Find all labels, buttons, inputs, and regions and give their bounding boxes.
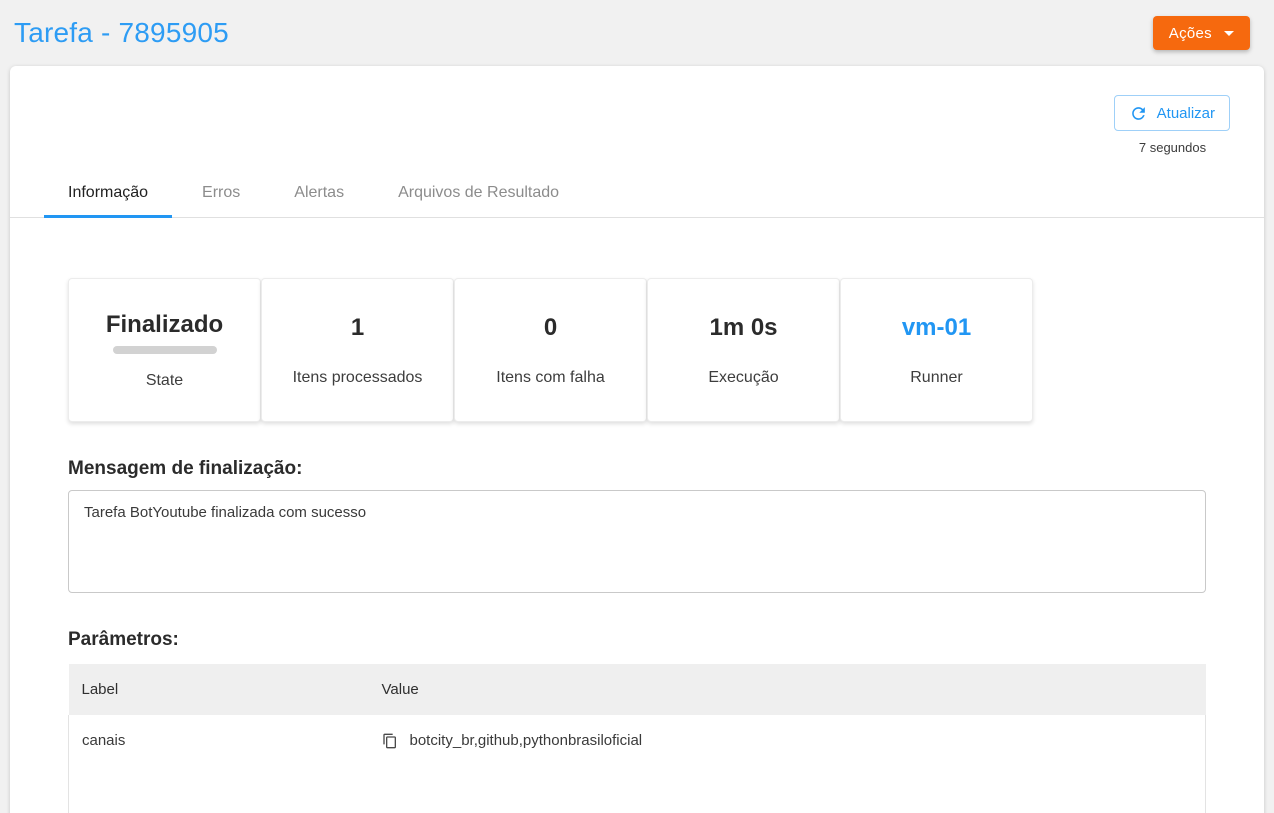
finish-message-textarea[interactable]: Tarefa BotYoutube finalizada com sucesso: [68, 490, 1206, 593]
tab-bar: Informação Erros Alertas Arquivos de Res…: [10, 167, 1264, 218]
items-processed-label: Itens processados: [293, 369, 423, 387]
parameters-header-row: Label Value: [69, 664, 1206, 715]
stats-row: Finalizado State 1 Itens processados 0 I…: [68, 278, 1206, 422]
actions-button[interactable]: Ações: [1153, 16, 1250, 50]
items-failed-label: Itens com falha: [496, 369, 605, 387]
tab-arquivos-de-resultado[interactable]: Arquivos de Resultado: [374, 167, 583, 217]
runner-label: Runner: [910, 369, 962, 387]
stat-card-state: Finalizado State: [68, 278, 261, 422]
stat-card-execution-time: 1m 0s Execução: [647, 278, 840, 422]
stat-card-runner: vm-01 Runner: [840, 278, 1033, 422]
stat-card-items-failed: 0 Itens com falha: [454, 278, 647, 422]
parameter-value-cell: botcity_br,github,pythonbrasiloficial: [369, 715, 1206, 813]
items-processed-value: 1: [351, 314, 364, 342]
parameter-label-cell: canais: [69, 715, 369, 813]
chevron-down-icon: [1224, 31, 1234, 36]
refresh-button[interactable]: Atualizar: [1114, 95, 1230, 131]
parameters-table: Label Value canais botcity_: [68, 664, 1206, 813]
parameter-value-text: botcity_br,github,pythonbrasiloficial: [410, 732, 643, 749]
tab-informacao[interactable]: Informação: [44, 167, 172, 217]
state-progress-bar: [113, 346, 217, 354]
stat-card-items-processed: 1 Itens processados: [261, 278, 454, 422]
tab-content: Finalizado State 1 Itens processados 0 I…: [10, 278, 1264, 813]
refresh-interval-text: 7 segundos: [1115, 140, 1230, 155]
copy-icon[interactable]: [382, 733, 398, 749]
table-row: canais botcity_br,github,pythonbrasilofi…: [69, 715, 1206, 813]
refresh-area: Atualizar 7 segundos: [10, 66, 1264, 155]
task-detail-card: Atualizar 7 segundos Informação Erros Al…: [10, 66, 1264, 813]
execution-time-label: Execução: [708, 369, 778, 387]
items-failed-value: 0: [544, 314, 557, 342]
execution-time-value: 1m 0s: [709, 314, 777, 342]
column-header-label: Label: [69, 664, 369, 715]
refresh-button-label: Atualizar: [1157, 105, 1215, 122]
refresh-icon: [1129, 104, 1148, 123]
page-title: Tarefa - 7895905: [14, 17, 229, 49]
actions-button-label: Ações: [1169, 25, 1212, 42]
parameters-heading: Parâmetros:: [68, 629, 1206, 651]
tab-erros[interactable]: Erros: [178, 167, 264, 217]
column-header-value: Value: [369, 664, 1206, 715]
state-value: Finalizado: [106, 311, 223, 339]
state-label: State: [146, 372, 183, 390]
tab-alertas[interactable]: Alertas: [270, 167, 368, 217]
finish-message-heading: Mensagem de finalização:: [68, 458, 1206, 480]
runner-link[interactable]: vm-01: [902, 314, 971, 342]
top-header-bar: Tarefa - 7895905 Ações: [0, 0, 1274, 66]
